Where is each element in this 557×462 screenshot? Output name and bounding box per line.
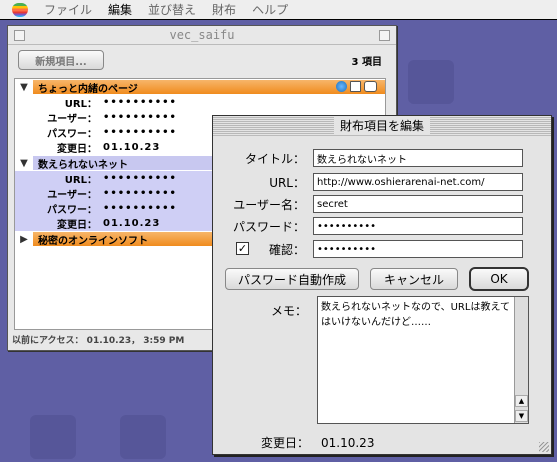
field-key: 変更日： (57, 220, 97, 231)
dialog-titlebar[interactable]: 財布項目を編集 (213, 116, 551, 136)
field-key: 変更日： (57, 144, 97, 155)
desktop-pattern-icon (30, 415, 76, 459)
title-label: タイトル： (244, 151, 305, 166)
main-window-titlebar[interactable]: vec_saifu (8, 26, 396, 45)
field-value: •••••••••• (103, 97, 177, 108)
modified-date: 変更日： 01.10.23 (261, 434, 374, 451)
key-icon[interactable] (364, 81, 377, 92)
menu-bar: ファイル 編集 並び替え 財布 ヘルプ (0, 0, 557, 20)
user-field[interactable]: secret (313, 195, 523, 213)
group-name: 数えられないネット (38, 159, 128, 171)
menu-help[interactable]: ヘルプ (244, 1, 296, 18)
dialog-title: 財布項目を編集 (333, 117, 430, 134)
menu-wallet[interactable]: 財布 (204, 1, 244, 18)
title-row: タイトル： 数えられないネット (213, 148, 523, 168)
menu-file[interactable]: ファイル (36, 1, 100, 18)
user-row: ユーザー名： secret (213, 194, 523, 214)
field-key: パスワー： (47, 129, 97, 140)
field-key: パスワー： (47, 205, 97, 216)
zoom-box-icon[interactable] (379, 30, 390, 41)
memo-scrollbar[interactable]: ▲ ▼ (514, 297, 528, 423)
password-label: パスワード： (232, 219, 305, 234)
memo-text: 数えられないネットなので、URLは教えてはいけないんだけど…… (321, 302, 510, 328)
group-bar: ちょっと内緒のページ (33, 80, 385, 95)
field-value: •••••••••• (103, 112, 177, 123)
cancel-button[interactable]: キャンセル (370, 268, 458, 290)
modified-value: 01.10.23 (321, 436, 375, 450)
field-key: ユーザー： (47, 114, 97, 125)
field-row: URL： •••••••••• (15, 95, 385, 110)
menu-sort[interactable]: 並び替え (140, 1, 204, 18)
edit-item-dialog: 財布項目を編集 タイトル： 数えられないネット URL： http://www.… (212, 115, 552, 455)
desktop-pattern-icon (408, 60, 454, 104)
menu-edit[interactable]: 編集 (100, 1, 140, 18)
title-field[interactable]: 数えられないネット (313, 149, 523, 167)
confirm-row: 確認： •••••••••• (213, 239, 523, 259)
group-name: 秘密のオンラインソフト (38, 235, 148, 247)
desktop-pattern-icon (120, 415, 166, 459)
url-row: URL： http://www.oshierarenai-net.com/ (213, 172, 523, 192)
scroll-up-icon[interactable]: ▲ (515, 395, 528, 407)
disclosure-triangle-icon[interactable]: ▶ (15, 234, 33, 245)
field-value: 01.10.23 (103, 218, 161, 229)
field-key: ユーザー： (47, 190, 97, 201)
url-field[interactable]: http://www.oshierarenai-net.com/ (313, 173, 523, 191)
user-label: ユーザー名： (233, 197, 305, 212)
field-key: URL： (64, 175, 97, 186)
new-item-button[interactable]: 新規項目... (18, 50, 104, 70)
memo-label: メモ： (271, 304, 308, 318)
password-field[interactable]: •••••••••• (313, 217, 523, 235)
globe-icon[interactable] (336, 81, 347, 92)
url-label: URL： (269, 175, 305, 190)
last-access-status: 以前にアクセス： 01.10.23， 3:59 PM (12, 336, 185, 346)
resize-grip-icon[interactable] (539, 442, 549, 452)
note-icon[interactable] (350, 81, 361, 92)
field-value: •••••••••• (103, 188, 177, 199)
toolbar: 新規項目... 3 項目 (8, 45, 396, 75)
apple-menu-icon[interactable] (12, 2, 28, 17)
group-name: ちょっと内緒のページ (38, 83, 138, 95)
scroll-down-icon[interactable]: ▼ (515, 410, 528, 422)
field-value: •••••••••• (103, 173, 177, 184)
window-title: vec_saifu (169, 28, 235, 42)
field-value: 01.10.23 (103, 142, 161, 153)
modified-label: 変更日： (261, 436, 310, 450)
confirm-label: 確認： (268, 242, 305, 257)
item-count: 3 項目 (351, 56, 382, 68)
memo-textarea[interactable]: 数えられないネットなので、URLは教えてはいけないんだけど…… ▲ ▼ (317, 296, 529, 424)
generate-password-button[interactable]: パスワード自動作成 (225, 268, 359, 290)
field-key: URL： (64, 99, 97, 110)
field-value: •••••••••• (103, 203, 177, 214)
disclosure-triangle-icon[interactable]: ▼ (15, 82, 33, 93)
confirm-field[interactable]: •••••••••• (313, 240, 523, 258)
disclosure-triangle-icon[interactable]: ▼ (15, 158, 33, 169)
close-box-icon[interactable] (14, 30, 25, 41)
field-value: •••••••••• (103, 127, 177, 138)
password-row: パスワード： •••••••••• (213, 216, 523, 236)
group-header[interactable]: ▼ ちょっと内緒のページ (15, 79, 385, 95)
ok-button[interactable]: OK (469, 267, 529, 291)
group-icons (336, 81, 377, 92)
